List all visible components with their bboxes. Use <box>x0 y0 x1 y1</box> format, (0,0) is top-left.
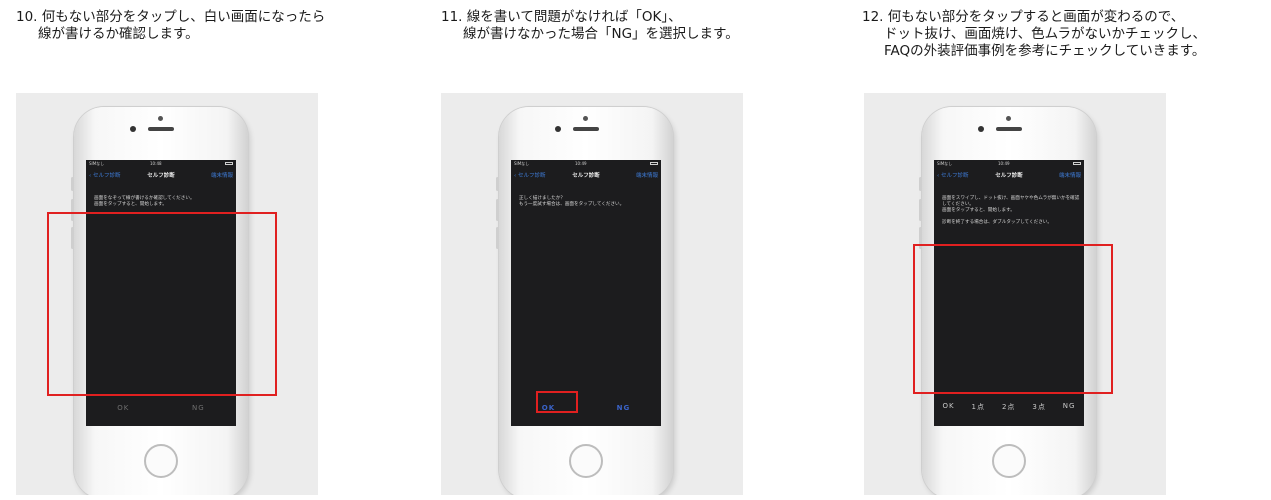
caption-line: 12. 何もない部分をタップすると画面が変わるので、 <box>862 9 1185 25</box>
highlight-box <box>913 244 1113 394</box>
device-info-button[interactable]: 端末情報 <box>636 171 658 179</box>
caption-line: 線が書けなかった場合「NG」を選択します。 <box>463 26 739 42</box>
result-buttons: OK 1点 2点 3点 NG <box>934 402 1084 412</box>
earpiece-speaker <box>996 127 1022 131</box>
phone-photo: SIMなし 10:48 ‹ セルフ診断 セルフ診断 端末情報 画面をなぞって線が… <box>16 93 318 495</box>
battery-icon <box>650 162 658 165</box>
carrier-label: SIMなし <box>937 161 953 166</box>
front-camera-icon <box>1006 116 1011 121</box>
carrier-label: SIMなし <box>514 161 530 166</box>
status-bar: SIMなし 10:49 <box>511 160 661 167</box>
status-bar: SIMなし 10:49 <box>934 160 1084 167</box>
device-info-button[interactable]: 端末情報 <box>211 171 233 179</box>
device-info-button[interactable]: 端末情報 <box>1059 171 1081 179</box>
earpiece-speaker <box>148 127 174 131</box>
sensor-dot <box>130 126 136 132</box>
score-3-button[interactable]: 3点 <box>1032 402 1045 412</box>
nav-bar: ‹ セルフ診断 セルフ診断 端末情報 <box>511 168 661 182</box>
instruction-text: 画面をなぞって線が書けるか確認してください。 画面をタップすると、開始します。 <box>94 196 195 207</box>
instruction-text: 正しく描けましたか？ もう一度試す場合は、画面をタップしてください。 <box>519 196 625 207</box>
score-2-button[interactable]: 2点 <box>1002 402 1015 412</box>
home-button[interactable] <box>144 444 178 478</box>
mute-switch <box>919 177 922 191</box>
ng-button[interactable]: NG <box>192 404 205 412</box>
sensor-dot <box>978 126 984 132</box>
front-camera-icon <box>158 116 163 121</box>
result-buttons: OK NG <box>86 404 236 412</box>
caption-line: FAQの外装評価事例を参考にチェックしていきます。 <box>884 43 1206 59</box>
nav-bar: ‹ セルフ診断 セルフ診断 端末情報 <box>86 168 236 182</box>
step-caption: 12. 何もない部分をタップすると画面が変わるので、 ドット抜け、画面焼け、色ム… <box>862 9 1206 60</box>
step-caption: 10. 何もない部分をタップし、白い画面になったら 線が書けるか確認します。 <box>16 9 325 43</box>
battery-icon <box>1073 162 1081 165</box>
status-time: 10:48 <box>150 161 162 166</box>
status-bar: SIMなし 10:48 <box>86 160 236 167</box>
status-time: 10:49 <box>998 161 1010 166</box>
ok-button[interactable]: OK <box>117 404 129 412</box>
step-12-panel: 12. 何もない部分をタップすると画面が変わるので、 ドット抜け、画面焼け、色ム… <box>853 0 1271 500</box>
sensor-dot <box>555 126 561 132</box>
ng-button[interactable]: NG <box>617 404 631 412</box>
caption-line: ドット抜け、画面焼け、色ムラがないかチェックし、 <box>884 26 1206 42</box>
nav-bar: ‹ セルフ診断 セルフ診断 端末情報 <box>934 168 1084 182</box>
caption-line: 11. 線を書いて問題がなければ「OK」、 <box>441 9 682 25</box>
step-10-panel: 10. 何もない部分をタップし、白い画面になったら 線が書けるか確認します。 S… <box>0 0 420 500</box>
home-button[interactable] <box>992 444 1026 478</box>
ok-button[interactable]: OK <box>942 402 954 412</box>
volume-up-button <box>496 199 499 221</box>
highlight-box <box>536 391 578 413</box>
step-11-panel: 11. 線を書いて問題がなければ「OK」、 線が書けなかった場合「NG」を選択し… <box>427 0 847 500</box>
instruction-text: 画面をスワイプし、ドット抜け、画面ヤケや色ムラが無いかを確認してください。 画面… <box>942 196 1080 225</box>
ng-button[interactable]: NG <box>1063 402 1076 412</box>
home-button[interactable] <box>569 444 603 478</box>
step-caption: 11. 線を書いて問題がなければ「OK」、 線が書けなかった場合「NG」を選択し… <box>441 9 739 43</box>
phone-photo: SIMなし 10:49 ‹ セルフ診断 セルフ診断 端末情報 画面をスワイプし、… <box>864 93 1166 495</box>
caption-line: 線が書けるか確認します。 <box>38 26 199 42</box>
caption-line: 10. 何もない部分をタップし、白い画面になったら <box>16 9 326 25</box>
front-camera-icon <box>583 116 588 121</box>
highlight-box <box>47 212 277 396</box>
status-time: 10:49 <box>575 161 587 166</box>
carrier-label: SIMなし <box>89 161 105 166</box>
volume-up-button <box>919 199 922 221</box>
mute-switch <box>71 177 74 191</box>
iphone-device: SIMなし 10:49 ‹ セルフ診断 セルフ診断 端末情報 正しく描けましたか… <box>496 107 673 495</box>
result-buttons: OK NG <box>511 404 661 412</box>
earpiece-speaker <box>573 127 599 131</box>
volume-down-button <box>496 227 499 249</box>
score-1-button[interactable]: 1点 <box>972 402 985 412</box>
phone-photo: SIMなし 10:49 ‹ セルフ診断 セルフ診断 端末情報 正しく描けましたか… <box>441 93 743 495</box>
battery-icon <box>225 162 233 165</box>
mute-switch <box>496 177 499 191</box>
phone-screen[interactable]: SIMなし 10:49 ‹ セルフ診断 セルフ診断 端末情報 正しく描けましたか… <box>511 160 661 426</box>
